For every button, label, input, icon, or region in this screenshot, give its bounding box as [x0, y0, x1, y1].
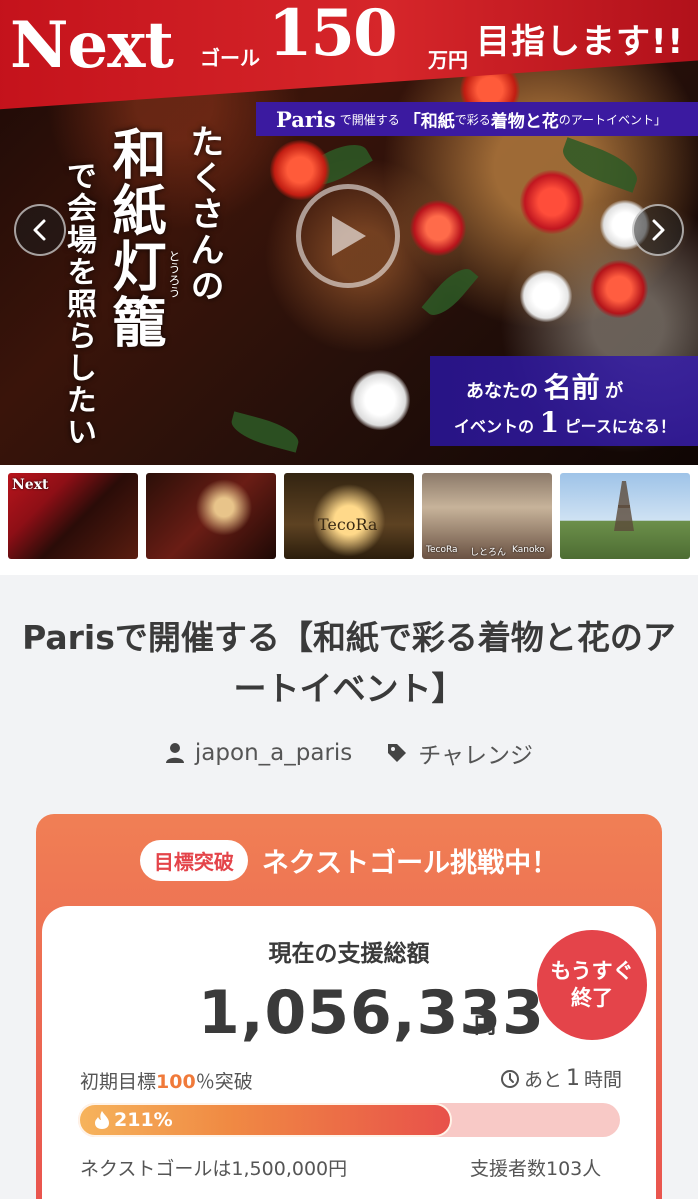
- tag-icon: [388, 744, 407, 762]
- event-strip-text: のアートイベント」: [558, 112, 667, 127]
- flower-decor: [590, 260, 648, 318]
- leaf-decor: [228, 411, 302, 453]
- flower-decor: [520, 270, 572, 322]
- initial-goal-prefix: 初期目標: [80, 1071, 157, 1093]
- name-callout-emphasis: 名前: [543, 371, 600, 404]
- name-callout-text: あなたの: [466, 381, 538, 402]
- play-video-button[interactable]: [296, 184, 400, 288]
- event-strip-text: で彩る: [454, 112, 491, 127]
- goal-achieved-badge: 目標突破: [139, 840, 248, 881]
- time-remaining-value: 1: [566, 1066, 581, 1091]
- ending-soon-line: 終了: [571, 986, 613, 1010]
- name-callout-line-1: あなたの 名前 が: [466, 366, 623, 406]
- next-goal-amount: ネクストゴールは1,500,000円: [80, 1158, 348, 1180]
- thumbnail-1[interactable]: Next: [8, 473, 138, 559]
- event-strip-text: で開催する: [339, 112, 400, 127]
- initial-goal-percent: 100: [156, 1071, 196, 1093]
- thumbnail-name: TecoRa: [426, 545, 458, 555]
- play-icon: [332, 216, 366, 256]
- progress-percent: 211%: [114, 1109, 173, 1131]
- project-page: Next ゴール 150 万円 目指します!! Paris で開催する 「和紙 …: [0, 0, 698, 1199]
- initial-goal-status: 初期目標100％突破: [80, 1067, 253, 1094]
- time-remaining: あと 1 時間: [500, 1065, 622, 1092]
- hero-vertical-title: 和紙灯籠: [103, 126, 167, 350]
- leaf-decor: [421, 261, 479, 323]
- flower-decor: [410, 200, 466, 256]
- banner-amount-text: 150: [268, 0, 398, 71]
- event-strip-washi: 「和紙: [403, 111, 455, 132]
- funding-card-header: 目標突破 ネクストゴール挑戦中！: [36, 840, 662, 881]
- chevron-left-icon: [33, 219, 46, 241]
- thumbnail-2[interactable]: [146, 473, 276, 559]
- project-title: Parisで開催する【和紙で彩る着物と花のアートイベント】: [22, 618, 676, 709]
- event-strip-kimono: 着物と花: [490, 111, 559, 132]
- project-meta: japon_a_paris チャレンジ: [0, 736, 698, 770]
- time-remaining-prefix: あと: [524, 1069, 563, 1091]
- thumbnail-text: TecoRa: [318, 515, 378, 534]
- hero-image[interactable]: Next ゴール 150 万円 目指します!! Paris で開催する 「和紙 …: [0, 0, 698, 465]
- progress-fill: 211%: [78, 1103, 452, 1137]
- thumbnail-name: Kanoko: [512, 545, 545, 555]
- thumbnail-strip: Next TecoRa TecoRa しとろん Kanoko: [0, 465, 698, 575]
- thumbnail-5[interactable]: [560, 473, 690, 559]
- thumbnail-name: しとろん: [470, 548, 507, 558]
- category-link[interactable]: チャレンジ: [386, 736, 533, 770]
- carousel-prev-button[interactable]: [14, 204, 66, 256]
- event-strip-paris: Paris: [276, 106, 336, 132]
- banner-unit-text: 万円: [428, 48, 468, 72]
- author-name: japon_a_paris: [194, 740, 353, 766]
- eiffel-tower-image: [614, 481, 634, 531]
- flame-icon: [95, 1111, 109, 1129]
- banner-tail-text: 目指します!!: [476, 22, 685, 62]
- banner-goal-text: ゴール: [200, 46, 260, 70]
- flower-decor: [520, 170, 584, 234]
- chevron-right-icon: [652, 219, 665, 241]
- author-link[interactable]: japon_a_paris: [165, 740, 352, 766]
- ending-soon-line: もうすぐ: [550, 958, 634, 983]
- banner-next-text: Next: [10, 8, 174, 83]
- flower-decor: [350, 370, 410, 430]
- clock-icon: [501, 1069, 519, 1088]
- name-callout-text: ピースになる！: [564, 417, 676, 436]
- time-remaining-unit: 時間: [584, 1069, 623, 1091]
- next-goal-header: ネクストゴール挑戦中！: [261, 848, 559, 879]
- thumbnail-4[interactable]: TecoRa しとろん Kanoko: [422, 473, 552, 559]
- hero-vertical-text: たくさんの: [184, 124, 224, 304]
- thumbnail-3[interactable]: TecoRa: [284, 473, 414, 559]
- name-callout-text: イベントの: [454, 417, 535, 436]
- name-callout-text: が: [605, 381, 624, 402]
- user-icon: [165, 743, 184, 763]
- initial-goal-suffix: ％突破: [195, 1071, 253, 1093]
- carousel-next-button[interactable]: [632, 204, 684, 256]
- total-currency: 円: [474, 1014, 497, 1039]
- thumbnail-text: Next: [12, 477, 49, 493]
- name-callout-line-2: イベントの 1 ピースになる！: [454, 406, 676, 439]
- hero-vertical-text: で会場を照らしたい: [61, 160, 96, 448]
- ending-soon-badge: もうすぐ 終了: [537, 930, 647, 1040]
- name-callout-emphasis: 1: [539, 406, 560, 439]
- category-name: チャレンジ: [418, 743, 534, 769]
- event-strip: Paris で開催する 「和紙 で彩る 着物と花 のアートイベント」: [256, 102, 698, 136]
- supporter-count: 支援者数103人: [470, 1158, 602, 1180]
- hero-vertical-ruby: とうろう: [167, 250, 181, 298]
